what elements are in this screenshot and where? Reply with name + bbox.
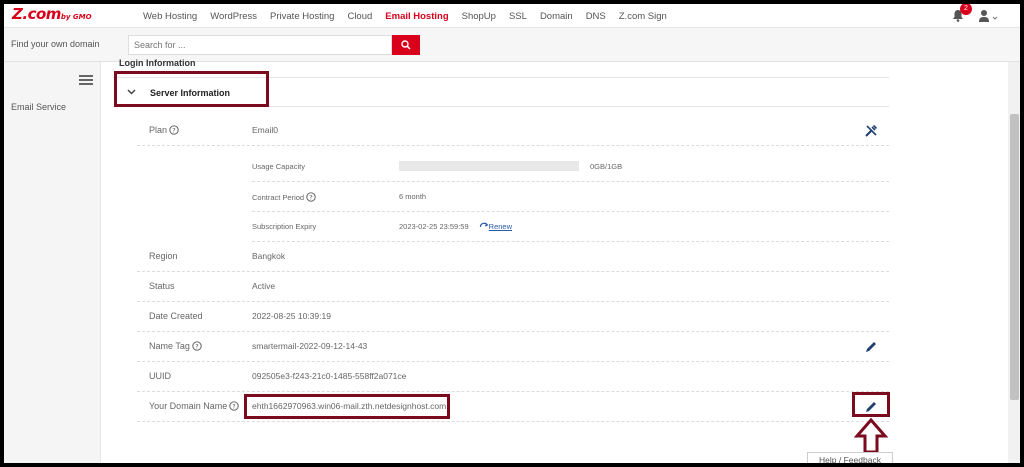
- app-frame: Z.comby GMO Web Hosting WordPress Privat…: [4, 4, 1020, 463]
- svg-text:?: ?: [195, 342, 198, 350]
- help-icon[interactable]: ?: [306, 192, 316, 202]
- uuid-row: UUID 092505e3-f243-21c0-1485-558ff2a071c…: [137, 362, 889, 392]
- date-created-value: 2022-08-25 10:39:19: [252, 311, 331, 321]
- usage-label: Usage Capacity: [252, 162, 305, 171]
- section-login-information[interactable]: Login Information: [119, 58, 196, 68]
- nav-item-domain[interactable]: Domain: [540, 11, 573, 22]
- usage-capacity-row: Usage Capacity 0GB/1GB: [252, 152, 889, 182]
- domain-name-label: Your Domain Name?: [149, 401, 239, 411]
- svg-text:?: ?: [172, 126, 175, 134]
- domain-search-input[interactable]: [128, 35, 392, 55]
- arrow-up-icon: [854, 418, 888, 454]
- nav-item-email-hosting[interactable]: Email Hosting: [385, 11, 448, 22]
- nav-item-wordpress[interactable]: WordPress: [210, 11, 257, 22]
- svg-text:?: ?: [309, 193, 312, 201]
- user-menu-icon[interactable]: [978, 9, 1000, 23]
- uuid-label: UUID: [149, 371, 171, 381]
- help-icon[interactable]: ?: [192, 341, 202, 351]
- highlight-edit-button: [852, 392, 890, 417]
- expiry-label: Subscription Expiry: [252, 222, 317, 231]
- help-feedback-button[interactable]: Help / Feedback: [807, 452, 893, 463]
- brand-suffix: by GMO: [60, 13, 92, 21]
- search-icon: [401, 39, 411, 50]
- subscription-expiry-row: Subscription Expiry 2023-02-25 23:59:59 R…: [252, 212, 889, 242]
- svg-text:?: ?: [232, 402, 235, 410]
- plan-label: Plan?: [149, 125, 179, 135]
- nav-item-dns[interactable]: DNS: [586, 11, 606, 22]
- nav-item-shopup[interactable]: ShopUp: [462, 11, 496, 22]
- highlight-domain-name: [244, 394, 450, 419]
- contract-period-row: Contract Period? 6 month: [252, 182, 889, 212]
- renew-link[interactable]: Renew: [489, 222, 512, 231]
- hamburger-menu-icon[interactable]: [79, 75, 93, 85]
- usage-text: 0GB/1GB: [590, 162, 623, 171]
- nav-links: Web Hosting WordPress Private Hosting Cl…: [143, 4, 680, 28]
- region-value: Bangkok: [252, 251, 286, 261]
- date-created-row: Date Created 2022-08-25 10:39:19: [137, 302, 889, 332]
- sidebar-item-email-service[interactable]: Email Service: [11, 102, 66, 112]
- search-button[interactable]: [392, 35, 420, 55]
- sidebar: Email Service: [4, 62, 101, 463]
- plan-value: Email0: [252, 125, 278, 135]
- highlight-server-information: [114, 71, 269, 107]
- date-created-label: Date Created: [149, 311, 203, 321]
- scrollbar-thumb[interactable]: [1010, 114, 1019, 400]
- top-navigation: Z.comby GMO Web Hosting WordPress Privat…: [4, 4, 1020, 28]
- status-value: Active: [252, 281, 276, 291]
- name-tag-label: Name Tag?: [149, 341, 202, 351]
- nav-item-cloud[interactable]: Cloud: [347, 11, 372, 22]
- plan-row: Plan? Email0: [137, 116, 889, 146]
- region-row: Region Bangkok: [137, 242, 889, 272]
- help-icon[interactable]: ?: [169, 125, 179, 135]
- tools-icon[interactable]: [864, 124, 878, 138]
- find-domain-label: Find your own domain: [11, 39, 100, 49]
- usage-progress-bar: [399, 161, 579, 171]
- nav-item-private-hosting[interactable]: Private Hosting: [270, 11, 334, 22]
- nav-item-zcom-sign[interactable]: Z.com Sign: [619, 11, 667, 22]
- uuid-value: 092505e3-f243-21c0-1485-558ff2a071ce: [252, 371, 407, 381]
- help-icon[interactable]: ?: [229, 401, 239, 411]
- brand-logo[interactable]: Z.comby GMO: [12, 5, 92, 25]
- expiry-value: 2023-02-25 23:59:59 Renew: [399, 222, 513, 231]
- contract-label: Contract Period?: [252, 192, 316, 202]
- region-label: Region: [149, 251, 178, 261]
- status-label: Status: [149, 281, 175, 291]
- edit-pencil-icon[interactable]: [864, 340, 878, 354]
- nav-item-ssl[interactable]: SSL: [509, 11, 527, 22]
- refresh-icon[interactable]: [479, 222, 489, 230]
- contract-value: 6 month: [399, 192, 427, 201]
- nav-item-web-hosting[interactable]: Web Hosting: [143, 11, 197, 22]
- name-tag-row: Name Tag? smartermail-2022-09-12-14-43: [137, 332, 889, 362]
- notification-badge: 2: [960, 4, 972, 15]
- status-row: Status Active: [137, 272, 889, 302]
- domain-search-bar: Find your own domain: [4, 28, 1020, 62]
- name-tag-value: smartermail-2022-09-12-14-43: [252, 341, 368, 351]
- brand-name: Z.com: [12, 5, 61, 23]
